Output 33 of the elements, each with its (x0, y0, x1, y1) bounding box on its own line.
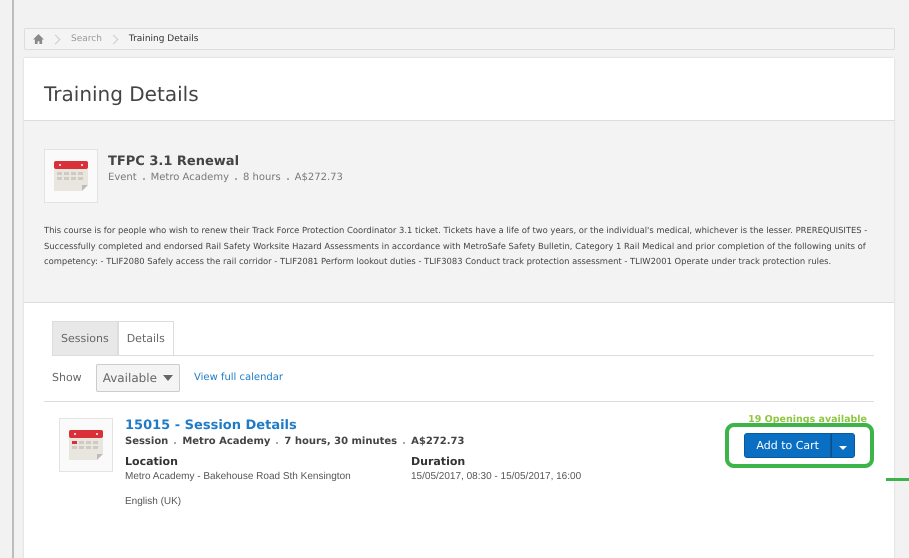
session-meta: Metro Academy (182, 436, 270, 446)
course-meta: A$272.73 (294, 172, 343, 183)
location-label: Location (125, 454, 179, 468)
course-meta: 8 hours (243, 172, 281, 183)
tab[interactable]: Sessions (52, 320, 118, 354)
add-to-cart-button[interactable]: Add to Cart (744, 432, 831, 458)
duration-label: Duration (411, 454, 466, 468)
openings-text: 19 Openings available (748, 414, 867, 424)
calendar-icon (44, 149, 98, 203)
availability-dropdown[interactable]: Available (96, 364, 180, 392)
location-value: Metro Academy - Bakehouse Road Sth Kensington (125, 470, 352, 482)
session-meta: A$272.73 (411, 436, 464, 446)
language-value: English (UK) (125, 496, 182, 506)
calendar-icon (59, 418, 113, 472)
course-title: TFPC 3.1 Renewal (108, 154, 240, 169)
course-meta: Event (108, 172, 137, 183)
page-title: Training Details (44, 82, 200, 106)
session-meta: Session (125, 436, 168, 446)
dropdown-toggle-button[interactable] (831, 432, 855, 458)
filter-label: Show (52, 371, 82, 384)
home-icon[interactable] (33, 34, 44, 44)
tab[interactable]: Details (118, 320, 174, 354)
course-description: This course is for people who wish to renew their Track Force Protection Coordinator 3.1 ticket. Tickets have a life of two years, or the individual's medical, whichever is the lesser. PREREQUISITES - Successfully completed and endorsed Rail Safety Worksite Hazard Assessments in accordance with MetroSafe Safety Bulletin, Category 1 Rail Medical and prior completion of the following units of competency: - TLIF2080 Safely access the rail corridor - TLIF2081 Perform lookout duties - TLIF3083 Conduct track protection assessment - TLIW2001 Operate under track protection rules. (44, 224, 868, 268)
breadcrumb-item: Training Details (128, 34, 198, 44)
leader-line (886, 478, 909, 481)
breadcrumb-item[interactable]: Search (71, 34, 102, 44)
session-title-link[interactable]: 15015 - Session Details (125, 418, 714, 432)
session-meta: 7 hours, 30 minutes (284, 436, 398, 446)
duration-value: 15/05/2017, 08:30 - 15/05/2017, 16:00 (411, 470, 582, 482)
calendar-link[interactable]: View full calendar (194, 372, 283, 383)
caret-icon (163, 374, 174, 380)
caret-icon (839, 446, 847, 450)
course-meta: Metro Academy (150, 172, 229, 183)
